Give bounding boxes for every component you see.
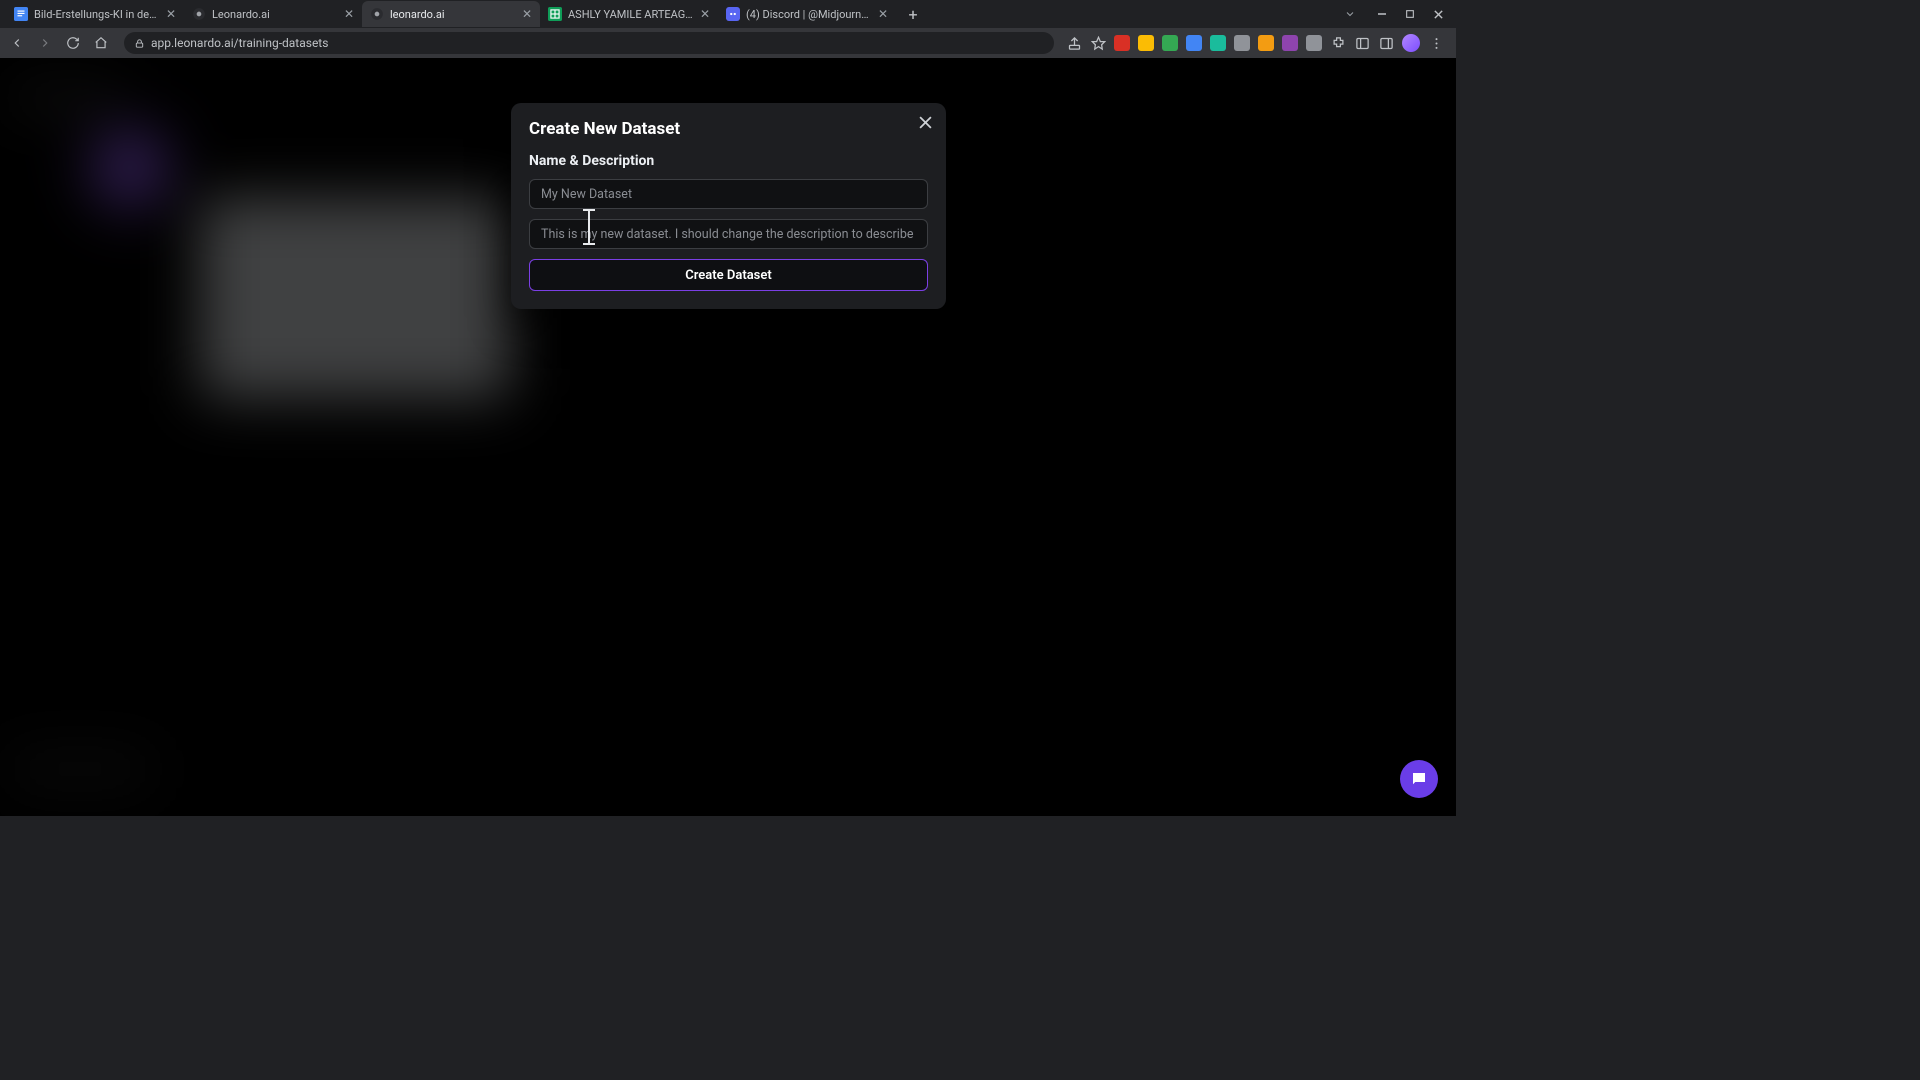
share-icon[interactable]	[1066, 35, 1082, 51]
extension-icon[interactable]	[1282, 35, 1298, 51]
tab-discord[interactable]: (4) Discord | @Midjourney Bot ✕	[718, 1, 896, 27]
background-card	[200, 198, 510, 398]
maximize-button[interactable]	[1396, 3, 1424, 25]
discord-icon	[726, 7, 740, 21]
chevron-down-icon[interactable]	[1344, 5, 1356, 24]
dataset-name-input[interactable]	[529, 179, 928, 209]
close-icon[interactable]: ✕	[878, 7, 888, 21]
extension-icon[interactable]	[1306, 35, 1322, 51]
extension-icons	[1066, 34, 1450, 52]
extensions-menu-icon[interactable]	[1330, 35, 1346, 51]
star-icon[interactable]	[1090, 35, 1106, 51]
leonardo-icon	[192, 7, 206, 21]
tab-leonardo-1[interactable]: Leonardo.ai ✕	[184, 1, 362, 27]
tab-sheets[interactable]: ASHLY YAMILE ARTEAGA BLANC ✕	[540, 1, 718, 27]
reload-button[interactable]	[62, 32, 84, 54]
docs-icon	[14, 7, 28, 21]
tab-title: leonardo.ai	[390, 8, 516, 21]
tab-docs[interactable]: Bild-Erstellungs-KI in der Übersic ✕	[6, 1, 184, 27]
chat-support-button[interactable]	[1400, 760, 1438, 798]
background-shape	[10, 88, 120, 108]
minimize-button[interactable]	[1368, 3, 1396, 25]
close-icon[interactable]: ✕	[344, 7, 354, 21]
lock-icon	[134, 38, 145, 49]
close-icon[interactable]: ✕	[700, 7, 710, 21]
browser-chrome: Bild-Erstellungs-KI in der Übersic ✕ Leo…	[0, 0, 1456, 58]
create-dataset-modal: Create New Dataset Name & Description Cr…	[511, 103, 946, 309]
side-panel-icon[interactable]	[1354, 35, 1370, 51]
window-controls	[1344, 3, 1456, 25]
create-dataset-button[interactable]: Create Dataset	[529, 259, 928, 291]
tab-title: (4) Discord | @Midjourney Bot	[746, 8, 872, 21]
text-cursor-icon	[588, 209, 590, 245]
close-icon[interactable]: ✕	[166, 7, 176, 21]
section-label: Name & Description	[529, 153, 928, 169]
leonardo-icon	[370, 7, 384, 21]
modal-title: Create New Dataset	[529, 119, 928, 139]
extension-icon[interactable]	[1234, 35, 1250, 51]
sheets-icon	[548, 7, 562, 21]
url-text: app.leonardo.ai/training-datasets	[151, 36, 328, 50]
extension-icon[interactable]	[1114, 35, 1130, 51]
tab-leonardo-active[interactable]: leonardo.ai ✕	[362, 1, 540, 27]
window-close-button[interactable]	[1424, 3, 1452, 25]
tab-title: Bild-Erstellungs-KI in der Übersic	[34, 8, 160, 21]
kebab-menu-icon[interactable]	[1428, 35, 1444, 51]
modal-close-button[interactable]	[914, 111, 936, 133]
extension-icon[interactable]	[1210, 35, 1226, 51]
page-content: Create New Dataset Name & Description Cr…	[0, 58, 1456, 816]
home-button[interactable]	[90, 32, 112, 54]
close-icon[interactable]: ✕	[522, 7, 532, 21]
background-shape	[10, 758, 150, 780]
new-tab-button[interactable]: +	[900, 1, 926, 27]
extension-icon[interactable]	[1162, 35, 1178, 51]
tab-strip: Bild-Erstellungs-KI in der Übersic ✕ Leo…	[0, 0, 1456, 28]
address-bar[interactable]: app.leonardo.ai/training-datasets	[124, 32, 1054, 54]
tab-title: ASHLY YAMILE ARTEAGA BLANC	[568, 8, 694, 21]
side-panel-icon[interactable]	[1378, 35, 1394, 51]
back-button[interactable]	[6, 32, 28, 54]
browser-toolbar: app.leonardo.ai/training-datasets	[0, 28, 1456, 58]
extension-icon[interactable]	[1138, 35, 1154, 51]
tab-title: Leonardo.ai	[212, 8, 338, 21]
background-glow	[70, 113, 190, 223]
extension-icon[interactable]	[1186, 35, 1202, 51]
extension-icon[interactable]	[1258, 35, 1274, 51]
forward-button[interactable]	[34, 32, 56, 54]
profile-avatar[interactable]	[1402, 34, 1420, 52]
